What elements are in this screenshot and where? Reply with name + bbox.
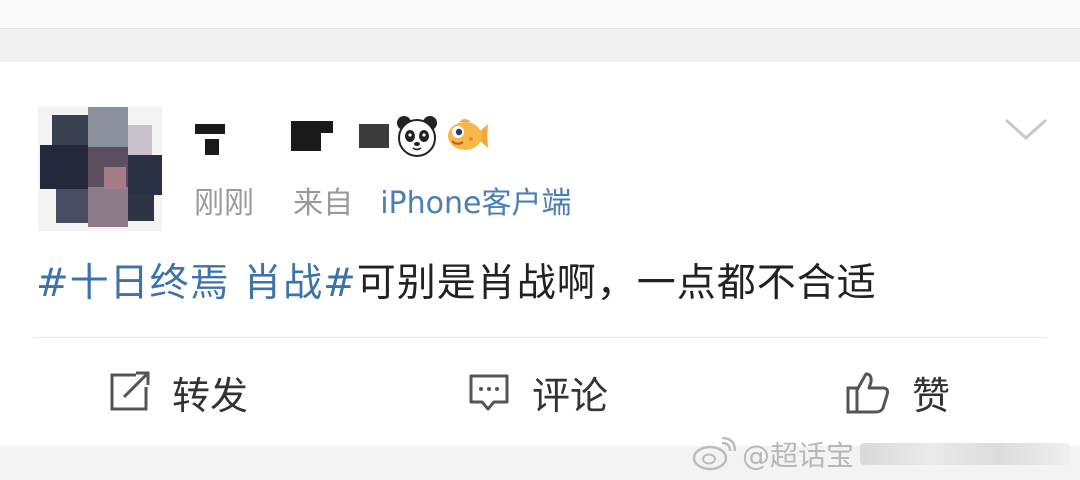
username-redaction: [291, 121, 321, 151]
post-content: #十日终焉 肖战#可别是肖战啊，一点都不合适: [36, 252, 877, 308]
username-redaction: [205, 139, 219, 155]
panda-emoji-icon: [397, 116, 437, 157]
previous-card-bottom: [0, 0, 1080, 29]
fish-emoji-icon: [448, 119, 488, 150]
comment-icon: [469, 374, 509, 411]
weibo-logo-icon: [692, 437, 736, 471]
post-source-link[interactable]: iPhone客户端: [380, 186, 571, 221]
username-redaction: [359, 124, 389, 148]
post-time: 刚刚: [194, 186, 254, 221]
comment-button[interactable]: 评论: [466, 364, 608, 420]
like-button[interactable]: 赞: [844, 364, 950, 420]
username-redaction: [195, 124, 225, 134]
username-redaction: [321, 121, 333, 133]
post-source-prefix: 来自: [293, 186, 354, 221]
watermark-text: @超话宝: [742, 439, 855, 472]
comment-label: 评论: [532, 373, 609, 418]
like-icon: [846, 372, 890, 414]
post-meta: 刚刚 来自 iPhone客户端: [194, 178, 571, 222]
chevron-down-icon[interactable]: [1002, 114, 1050, 144]
username[interactable]: [195, 112, 489, 160]
avatar[interactable]: [38, 107, 162, 231]
post-text: 可别是肖战啊，一点都不合适: [356, 261, 877, 306]
weibo-post-card: 刚刚 来自 iPhone客户端 #十日终焉 肖战#可别是肖战啊，一点都不合适 转…: [0, 62, 1080, 446]
weibo-watermark: @超话宝: [692, 434, 1071, 474]
repost-icon: [110, 371, 150, 411]
hashtag-link[interactable]: #十日终焉 肖战#: [36, 261, 357, 306]
repost-button[interactable]: 转发: [106, 364, 248, 420]
divider: [34, 337, 1046, 338]
like-label: 赞: [912, 373, 951, 418]
repost-label: 转发: [172, 373, 249, 418]
watermark-redaction: [860, 443, 1071, 465]
